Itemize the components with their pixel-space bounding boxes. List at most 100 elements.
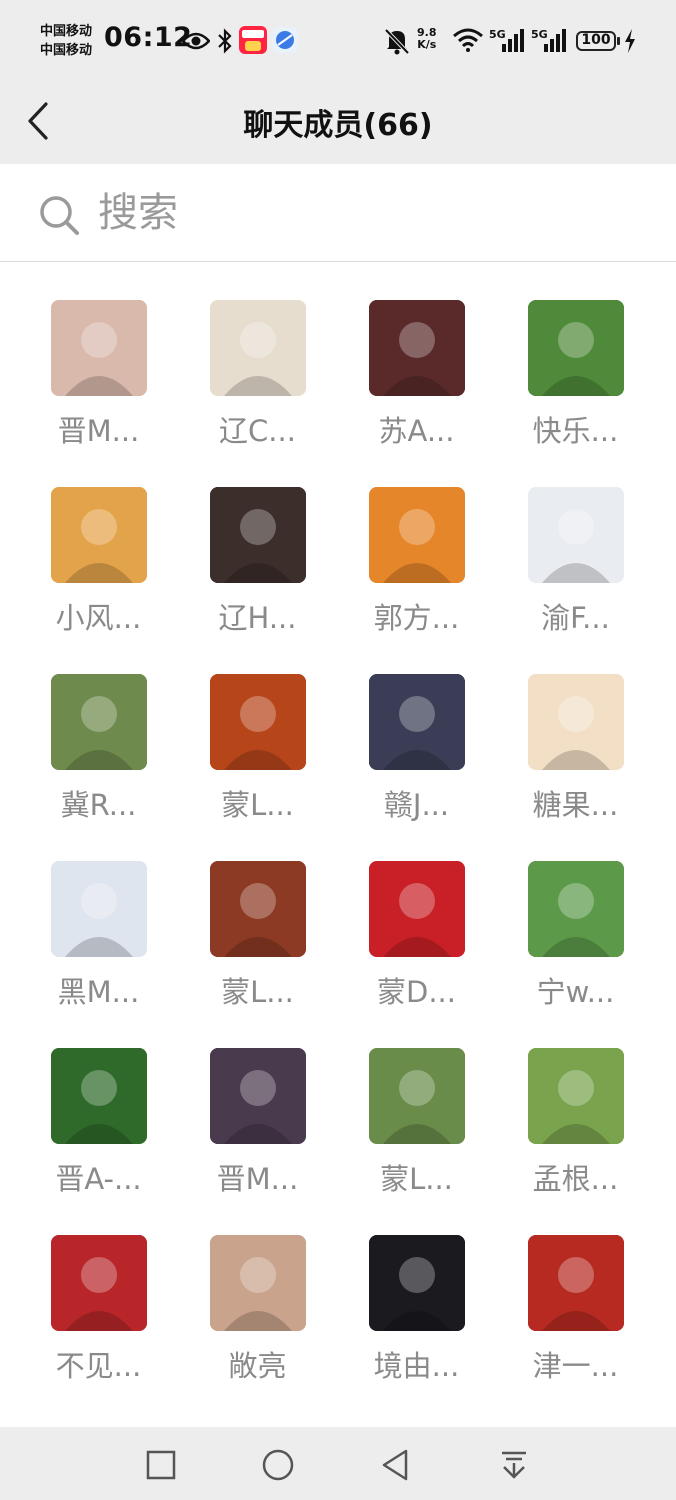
member-avatar[interactable] [50,300,147,396]
member-item[interactable]: 晋A-... [19,1048,178,1235]
member-avatar[interactable] [368,674,465,770]
home-button[interactable] [258,1445,298,1485]
pull-down-menu-button[interactable] [494,1445,534,1485]
network-speed: 9.8 K/s [417,27,437,51]
eye-icon [181,31,211,55]
member-name: 蒙L... [380,1162,453,1196]
member-item[interactable]: 津一... [496,1235,655,1422]
search-input[interactable] [96,184,620,242]
member-item[interactable]: 渝F... [496,487,655,674]
avatar-image [50,487,147,583]
page-title: 聊天成员(66) [243,108,433,143]
avatar-image [368,300,465,396]
status-bar: 中国移动 中国移动 06:12 9.8 K/s 5G 5G 100 [0,0,676,82]
member-name: 黑M... [57,975,140,1009]
pull-down-icon [494,1451,534,1489]
member-avatar[interactable] [527,300,624,396]
avatar-image [527,674,624,770]
member-avatar[interactable] [50,674,147,770]
member-avatar[interactable] [209,487,306,583]
member-item[interactable]: 宁w... [496,861,655,1048]
member-avatar[interactable] [368,861,465,957]
member-avatar[interactable] [209,1235,306,1331]
member-name: 敞亮 [228,1349,287,1383]
member-name: 辽H... [218,601,297,635]
member-avatar[interactable] [50,487,147,583]
avatar-image [368,861,465,957]
avatar-image [527,300,624,396]
signal-sim1-icon [501,28,525,56]
member-avatar[interactable] [527,1235,624,1331]
member-avatar[interactable] [50,861,147,957]
member-item[interactable]: 郭方... [337,487,496,674]
member-name: 辽C... [219,414,296,448]
member-item[interactable]: 孟根... [496,1048,655,1235]
member-item[interactable]: 晋M... [19,300,178,487]
recents-button[interactable] [141,1445,181,1485]
member-avatar[interactable] [50,1235,147,1331]
member-avatar[interactable] [209,1048,306,1144]
avatar-image [209,487,306,583]
search-bar [0,164,676,262]
member-avatar[interactable] [368,1048,465,1144]
member-name: 不见... [55,1349,142,1383]
member-item[interactable]: 敞亮 [178,1235,337,1422]
avatar-image [50,1048,147,1144]
member-item[interactable]: 赣J... [337,674,496,861]
avatar-image [209,1235,306,1331]
member-item[interactable]: 蒙D... [337,861,496,1048]
member-item[interactable]: 蒙L... [178,674,337,861]
member-avatar[interactable] [209,674,306,770]
avatar-image [50,861,147,957]
member-grid: 晋M... 辽C... 苏A... 快乐... 小风... 辽H... 郭方..… [19,300,655,1422]
avatar-image [50,1235,147,1331]
member-item[interactable]: 蒙L... [178,861,337,1048]
search-icon[interactable] [38,194,80,240]
member-avatar[interactable] [368,1235,465,1331]
member-avatar[interactable] [50,1048,147,1144]
member-item[interactable]: 不见... [19,1235,178,1422]
carrier-2: 中国移动 [40,43,93,58]
member-avatar[interactable] [368,487,465,583]
member-name: 小风... [55,601,142,635]
clock: 06:12 [104,22,193,53]
avatar-image [368,487,465,583]
carrier-labels: 中国移动 中国移动 [40,22,92,60]
avatar-image [527,861,624,957]
member-item[interactable]: 快乐... [496,300,655,487]
member-item[interactable]: 黑M... [19,861,178,1048]
member-avatar[interactable] [527,674,624,770]
member-name: 郭方... [373,601,460,635]
bluetooth-icon [217,28,233,58]
member-name: 境由... [373,1349,460,1383]
back-nav-button[interactable] [375,1445,415,1485]
member-item[interactable]: 晋M... [178,1048,337,1235]
member-avatar[interactable] [209,861,306,957]
member-item[interactable]: 小风... [19,487,178,674]
avatar-image [527,1235,624,1331]
circle-icon [258,1449,298,1489]
member-item[interactable]: 辽H... [178,487,337,674]
member-avatar[interactable] [527,861,624,957]
member-item[interactable]: 蒙L... [337,1048,496,1235]
avatar-image [368,1048,465,1144]
member-avatar[interactable] [527,1048,624,1144]
battery-indicator: 100 [576,31,620,51]
member-avatar[interactable] [209,300,306,396]
member-name: 晋M... [216,1162,299,1196]
member-item[interactable]: 冀R... [19,674,178,861]
member-item[interactable]: 糖果... [496,674,655,861]
avatar-image [209,861,306,957]
member-name: 糖果... [532,788,619,822]
member-avatar[interactable] [527,487,624,583]
member-name: 津一... [532,1349,619,1383]
avatar-image [209,1048,306,1144]
mute-icon [384,27,410,59]
member-item[interactable]: 境由... [337,1235,496,1422]
member-item[interactable]: 苏A... [337,300,496,487]
avatar-image [50,674,147,770]
member-avatar[interactable] [368,300,465,396]
member-name: 苏A... [378,414,455,448]
avatar-image [209,674,306,770]
member-item[interactable]: 辽C... [178,300,337,487]
